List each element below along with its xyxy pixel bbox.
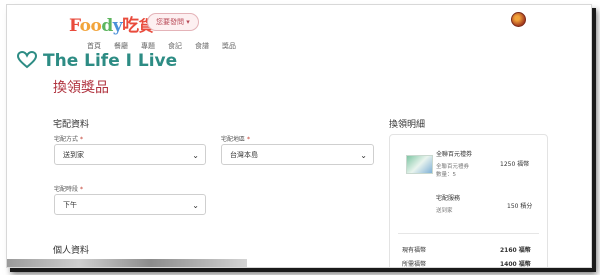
logo-letter: 吃	[122, 16, 139, 36]
logo-letter: F	[69, 16, 80, 36]
needed-label: 所需福幣	[402, 261, 427, 268]
field-label-text: 宅配方式	[54, 136, 79, 143]
chevron-down-icon: ⌄	[192, 201, 199, 210]
needed-value: 1400 福幣	[500, 261, 531, 268]
item-points: 1250 福幣	[500, 161, 530, 168]
logo-letter: d	[101, 16, 113, 36]
summary-divider	[398, 233, 539, 234]
region-dropdown[interactable]: 您要發問 ▾	[147, 13, 199, 31]
nav-item-restaurants[interactable]: 餐廳	[114, 41, 128, 51]
shipping-points: 150 積分	[507, 203, 533, 210]
field-label-text: 宅配地區	[221, 136, 246, 143]
required-mark: *	[79, 186, 83, 193]
item-name: 全聯百元禮券	[436, 151, 473, 158]
nav-item-topics[interactable]: 專題	[141, 41, 155, 51]
avatar[interactable]	[511, 12, 526, 27]
delivery-method-label: 宅配方式 *	[54, 134, 83, 143]
logo-letter: y	[112, 16, 123, 36]
delivery-time-label: 宅配時段 *	[54, 184, 83, 193]
balance-value: 2160 福幣	[500, 247, 531, 254]
redemption-summary-card: 全聯百元禮券 全聯百元禮券 數量：5 1250 福幣 宅配服務 送到家 150 …	[389, 134, 548, 268]
nav-item-recipes[interactable]: 食譜	[195, 41, 209, 51]
nav-item-reviews[interactable]: 食記	[168, 41, 182, 51]
summary-title: 換領明細	[389, 120, 426, 130]
delivery-method-value: 送到家	[63, 151, 84, 159]
top-bar: Foody吃貨 您要發問 ▾ 首頁 餐廳 專題 食記 食譜 獎品	[7, 5, 591, 57]
chevron-down-icon: ⌄	[360, 151, 367, 160]
foody-logo[interactable]: Foody吃貨	[69, 11, 154, 36]
personal-section-title: 個人資料	[53, 246, 90, 256]
heart-icon	[17, 51, 37, 69]
delivery-area-label: 宅配地區 *	[221, 134, 250, 143]
required-mark: *	[79, 136, 83, 143]
item-qty: 數量：5	[436, 172, 456, 178]
delivery-time-select[interactable]: 下午 ⌄	[54, 194, 206, 215]
delivery-area-value: 台灣本島	[230, 151, 258, 159]
field-label-text: 宅配時段	[54, 186, 79, 193]
nav-item-home[interactable]: 首頁	[87, 41, 101, 51]
shipping-name: 宅配服務	[436, 195, 461, 202]
main-nav: 首頁 餐廳 專題 食記 食譜 獎品	[87, 41, 236, 51]
balance-label: 現有福幣	[402, 247, 427, 254]
delivery-time-value: 下午	[63, 201, 77, 209]
chevron-down-icon: ⌄	[192, 151, 199, 160]
shipping-desc: 送到家	[436, 208, 453, 214]
delivery-section-title: 宅配資料	[53, 120, 90, 130]
page-title: 換領獎品	[53, 80, 109, 96]
page-frame: Foody吃貨 您要發問 ▾ 首頁 餐廳 專題 食記 食譜 獎品 The Lif…	[6, 4, 592, 268]
nav-item-prizes[interactable]: 獎品	[222, 41, 236, 51]
delivery-method-select[interactable]: 送到家 ⌄	[54, 144, 206, 165]
item-desc: 全聯百元禮券	[436, 164, 470, 170]
bottom-edge-strip	[7, 259, 247, 267]
voucher-thumbnail	[406, 155, 433, 174]
logo-letter: oo	[79, 16, 102, 36]
required-mark: *	[246, 136, 250, 143]
blog-watermark-title: The Life I Live	[43, 51, 178, 71]
delivery-area-select[interactable]: 台灣本島 ⌄	[221, 144, 374, 165]
